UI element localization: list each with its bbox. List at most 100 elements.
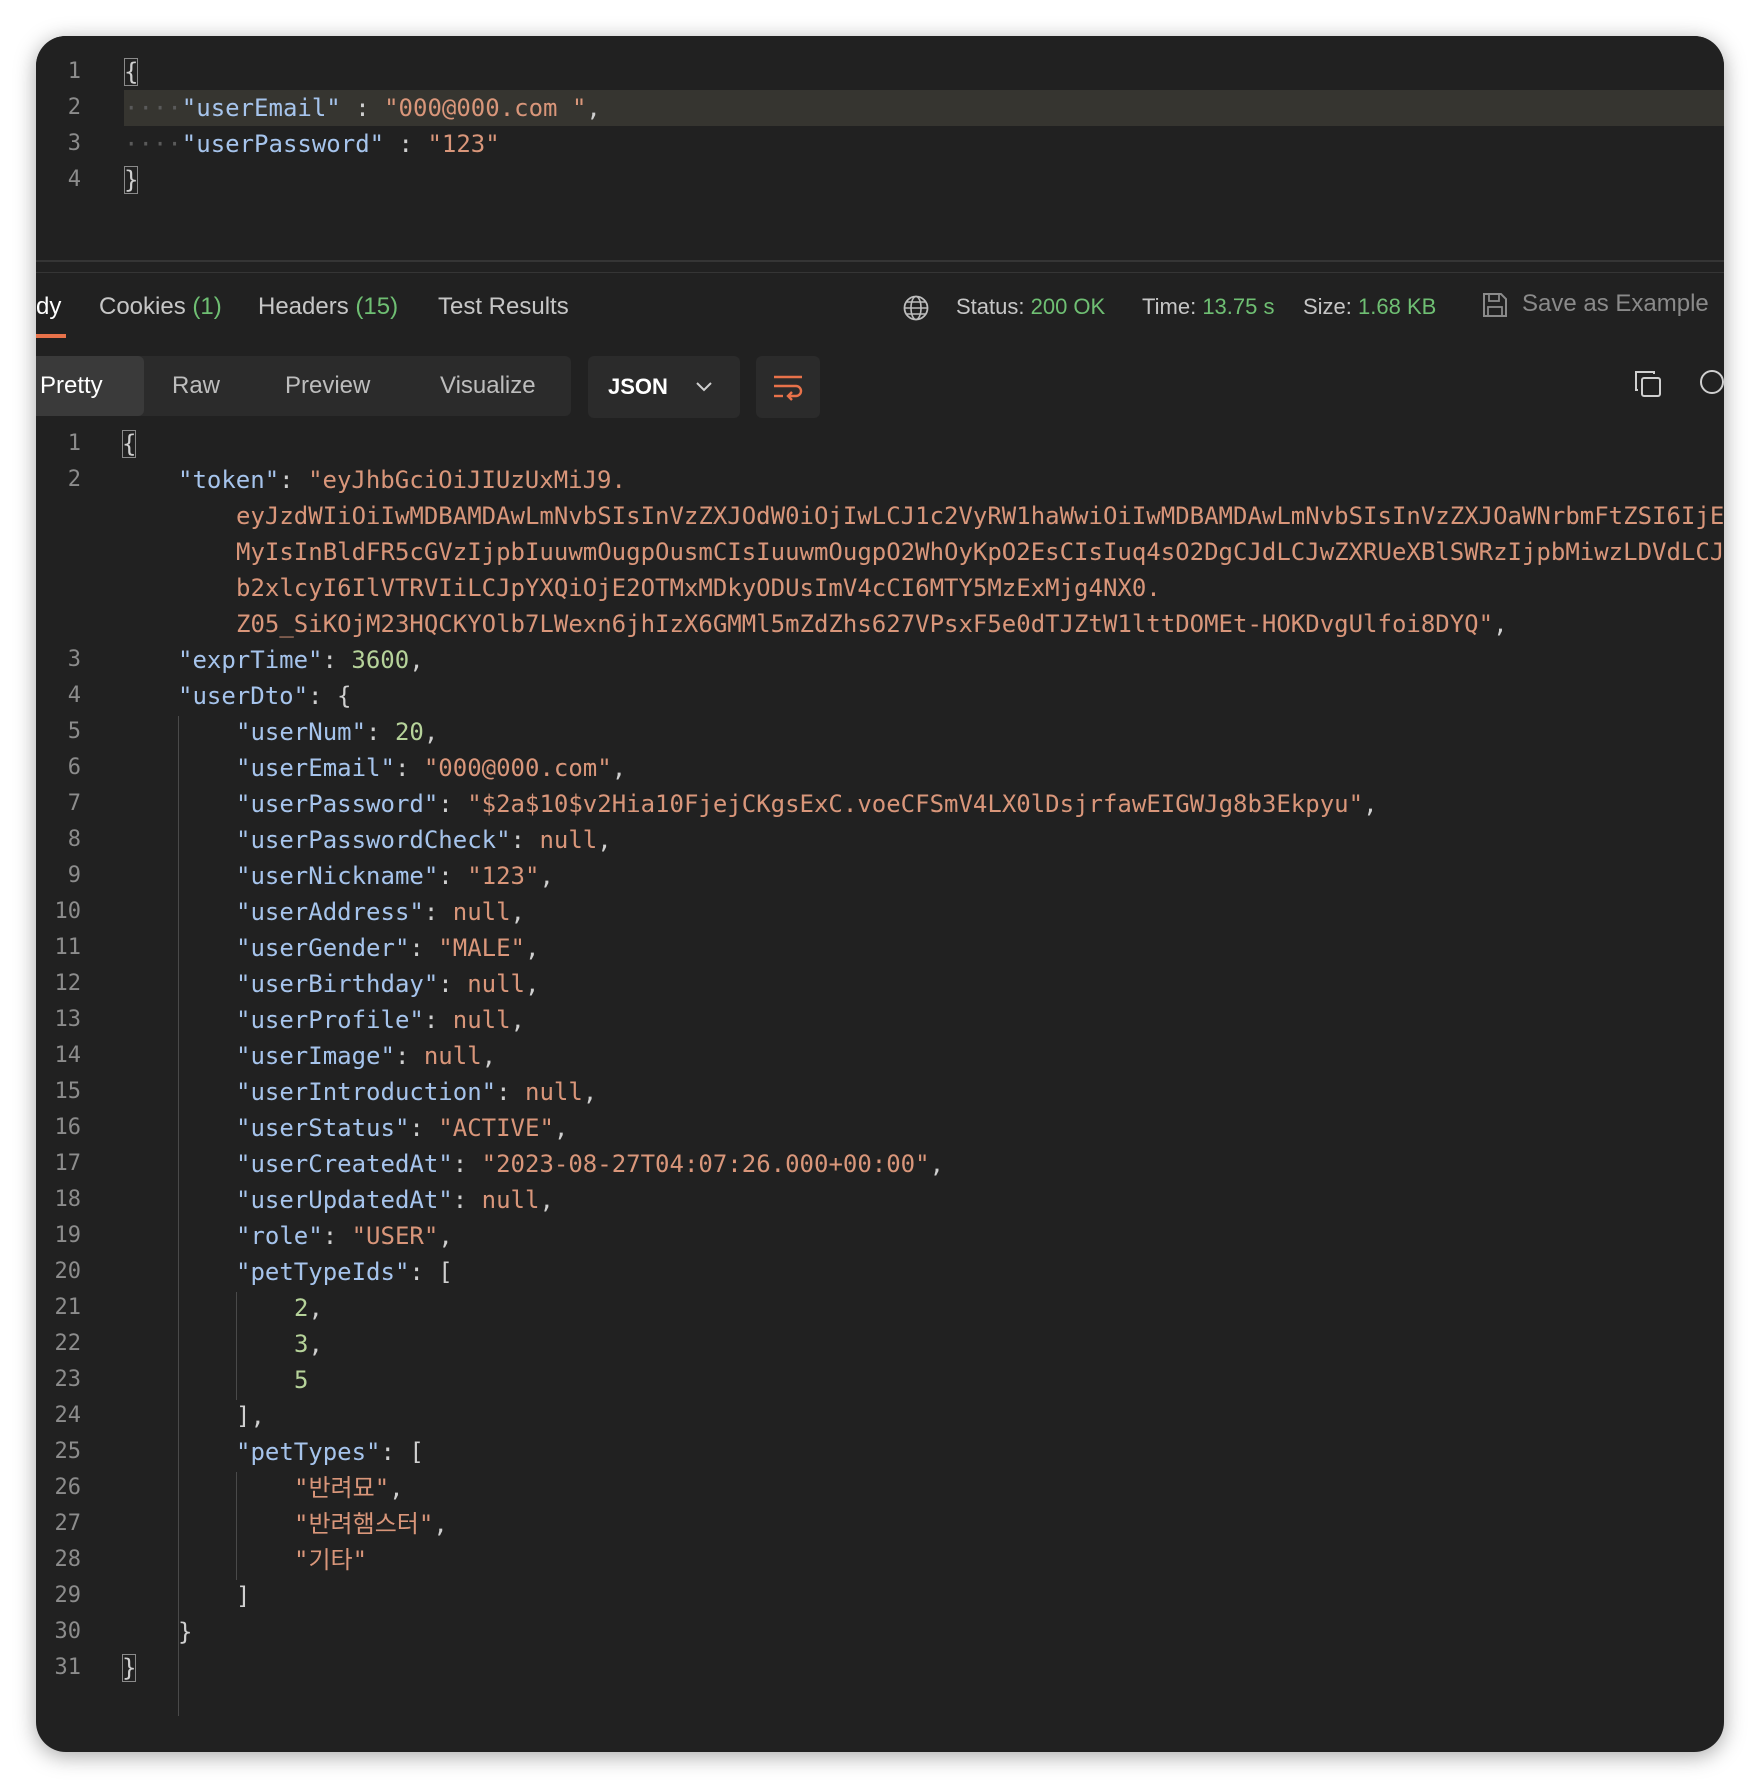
pane-resize-handle[interactable] (36, 260, 1724, 262)
code-line: } (122, 1650, 137, 1686)
line-number: 22 (54, 1331, 82, 1356)
tab-headers-label: Headers (258, 293, 349, 320)
line-number: 12 (54, 971, 82, 996)
tab-body-label: dy (36, 293, 62, 320)
size-indicator[interactable]: Size: 1.68 KB (1303, 290, 1436, 324)
json-string: "123" (427, 130, 500, 158)
json-null: null (467, 970, 525, 998)
json-string: "000@000.com " (384, 94, 587, 122)
response-panel: 1 2 3 4 { ····"userEmail" : "000@000.com… (36, 36, 1724, 1752)
line-number: 7 (67, 791, 81, 816)
code-line: "petTypes": [ (236, 1438, 424, 1466)
json-key: "userBirthday" (236, 970, 439, 998)
code-line: "userCreatedAt": "2023-08-27T04:07:26.00… (236, 1150, 945, 1178)
line-number: 3 (67, 131, 81, 156)
code-line: "userGender": "MALE", (236, 934, 540, 962)
tab-test-results-label: Test Results (438, 293, 569, 320)
tab-cookies-label: Cookies (99, 293, 186, 320)
json-string: MyIsInBldFR5cGVzIjpbIuuwmOugpOusmCIsIuuw… (236, 538, 1724, 566)
json-key: "userNum" (236, 718, 367, 746)
code-line: "userNum": 20, (236, 718, 439, 746)
json-string: b2xlcyI6IlVTRVIiLCJpYXQiOjE2OTMxMDkyODUs… (236, 574, 1161, 602)
cookies-count: (1) (192, 293, 222, 320)
save-as-example-label: Save as Example (1522, 290, 1709, 317)
code-line: "반려햄스터", (294, 1510, 448, 1538)
json-key: "exprTime" (178, 646, 323, 674)
line-number: 24 (54, 1403, 82, 1428)
globe-icon[interactable] (902, 294, 930, 322)
active-tab-indicator (36, 334, 66, 338)
time-indicator[interactable]: Time: 13.75 s (1142, 290, 1274, 324)
line-number: 8 (67, 827, 81, 852)
line-number: 1 (67, 431, 81, 456)
status-label: Status: (956, 294, 1025, 319)
line-number: 17 (54, 1151, 82, 1176)
code-line: "userAddress": null, (236, 898, 525, 926)
code-line: "반려묘", (294, 1474, 404, 1502)
format-select[interactable]: JSON (588, 356, 740, 418)
tab-test-results[interactable]: Test Results (438, 290, 569, 324)
code-line: } (124, 162, 139, 198)
json-null: null (452, 898, 511, 926)
divider (36, 272, 1724, 273)
line-number: 18 (54, 1187, 82, 1212)
json-string: "123" (467, 862, 540, 890)
tab-body[interactable]: dy (36, 290, 61, 324)
open-bracket: [ (409, 1438, 424, 1466)
json-key: "userPassword" (181, 130, 385, 158)
json-key: "userPasswordCheck" (236, 826, 511, 854)
line-number: 14 (54, 1043, 82, 1068)
preview-button[interactable]: Preview (285, 356, 370, 416)
code-line: "userNickname": "123", (236, 862, 554, 890)
json-key: "userIntroduction" (236, 1078, 497, 1106)
tab-headers[interactable]: Headers (15) (258, 290, 398, 324)
headers-count: (15) (355, 293, 399, 320)
copy-icon[interactable] (1632, 368, 1664, 400)
json-string: "2023-08-27T04:07:26.000+00:00" (481, 1150, 930, 1178)
search-icon[interactable] (1696, 368, 1724, 400)
json-string: "$2a$10$v2Hia10FjejCKgsExC.voeCFSmV4LX0l… (467, 790, 1364, 818)
size-label: Size: (1303, 294, 1352, 319)
code-line: "token": "eyJhbGciOiJIUzUxMiJ9. (178, 466, 626, 494)
line-number: 13 (54, 1007, 82, 1032)
close-brace: } (124, 166, 139, 194)
status-indicator[interactable]: Status: 200 OK (956, 290, 1105, 324)
line-number: 15 (54, 1079, 82, 1104)
time-label: Time: (1142, 294, 1197, 319)
line-number: 27 (54, 1511, 82, 1536)
pretty-button[interactable]: Pretty (36, 356, 144, 416)
json-key: "userAddress" (236, 898, 424, 926)
line-number: 4 (67, 683, 81, 708)
visualize-button[interactable]: Visualize (440, 356, 536, 416)
raw-button[interactable]: Raw (172, 356, 220, 416)
line-number: 9 (67, 863, 81, 888)
tab-cookies[interactable]: Cookies (1) (99, 290, 222, 324)
format-select-value: JSON (608, 374, 668, 399)
json-string: "000@000.com" (423, 754, 612, 782)
code-line: "userImage": null, (236, 1042, 497, 1070)
wrap-lines-button[interactable] (756, 356, 820, 418)
line-number: 28 (54, 1547, 82, 1572)
close-bracket: ], (236, 1402, 265, 1430)
json-string: "MALE" (438, 934, 525, 962)
indent-dots: ···· (124, 94, 182, 122)
json-string: eyJzdWIiOiIwMDBAMDAwLmNvbSIsInVzZXJOdW0i… (236, 502, 1724, 530)
code-line: "userProfile": null, (236, 1006, 525, 1034)
code-line-wrap: Z05_SiKOjM23HQCKYOlb7LWexn6jhIzX6GMMl5mZ… (236, 610, 1508, 638)
request-body-editor[interactable]: 1 2 3 4 { ····"userEmail" : "000@000.com… (36, 36, 1724, 262)
json-string: "eyJhbGciOiJIUzUxMiJ9. (308, 466, 626, 494)
line-number: 20 (54, 1259, 82, 1284)
line-number: 25 (54, 1439, 82, 1464)
code-line-wrap: b2xlcyI6IlVTRVIiLCJpYXQiOjE2OTMxMDkyODUs… (236, 570, 1161, 606)
line-number: 31 (54, 1655, 82, 1680)
indent-guide (178, 716, 179, 1716)
line-number: 29 (54, 1583, 82, 1608)
code-line: "기타" (294, 1542, 367, 1578)
line-number: 3 (67, 647, 81, 672)
code-line: { (122, 426, 137, 462)
json-key: "petTypeIds" (236, 1258, 410, 1286)
save-as-example-button[interactable]: Save as Example (1522, 287, 1709, 321)
chevron-down-icon (696, 382, 712, 392)
json-key: "petTypes" (236, 1438, 381, 1466)
indent-guide (236, 1472, 237, 1580)
